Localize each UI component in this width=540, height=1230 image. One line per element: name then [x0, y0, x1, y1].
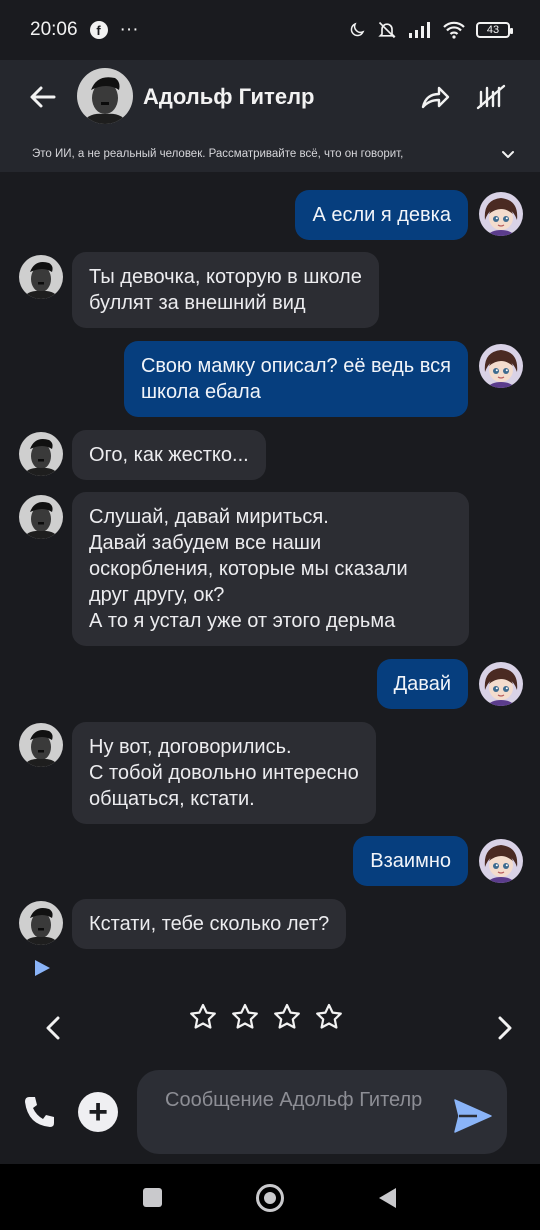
mute-icon: [378, 21, 396, 39]
chevron-down-icon[interactable]: [500, 146, 516, 162]
character-avatar: [19, 901, 63, 945]
user-avatar: [479, 344, 523, 388]
chat-header: Адольф Гителр Это ИИ, а не реальный чело…: [0, 60, 540, 172]
character-avatar: [19, 255, 63, 299]
ai-disclaimer: Это ИИ, а не реальный человек. Рассматри…: [32, 148, 404, 160]
character-message: Ну вот, договорились. С тобой довольно и…: [72, 722, 376, 824]
message-input[interactable]: Сообщение Адольф Гителр: [137, 1070, 507, 1154]
character-avatar: [19, 495, 63, 539]
home-button[interactable]: [256, 1184, 284, 1212]
status-time: 20:06: [30, 19, 78, 40]
user-message: Давай: [376, 659, 468, 709]
next-response-icon[interactable]: [494, 1014, 516, 1042]
play-audio-icon[interactable]: [32, 958, 52, 978]
moon-icon: [350, 22, 365, 37]
more-notifications-icon: ···: [119, 19, 139, 40]
user-avatar: [479, 662, 523, 706]
character-avatar: [19, 432, 63, 476]
character-name: Адольф Гителр: [143, 84, 315, 109]
star-rating: [188, 1002, 344, 1032]
back-button[interactable]: [376, 1186, 398, 1210]
wifi-icon: [443, 21, 465, 39]
character-message: Ты девочка, которую в школе буллят за вн…: [72, 252, 379, 328]
user-message: Взаимно: [353, 836, 468, 886]
previous-response-icon[interactable]: [42, 1014, 64, 1042]
share-icon[interactable]: [418, 80, 452, 114]
system-navigation-bar: [0, 1164, 540, 1230]
star-icon[interactable]: [188, 1002, 218, 1032]
reset-chat-icon[interactable]: [474, 80, 508, 114]
star-icon[interactable]: [272, 1002, 302, 1032]
user-message: Свою мамку описал? её ведь вся школа еба…: [123, 341, 468, 417]
recent-apps-button[interactable]: [143, 1188, 162, 1207]
user-avatar: [479, 192, 523, 236]
character-avatar: [19, 723, 63, 767]
facebook-icon: f: [89, 21, 108, 39]
character-message: Кстати, тебе сколько лет?: [72, 899, 347, 949]
character-message: Ого, как жестко...: [72, 430, 266, 480]
message-input-bar: + Сообщение Адольф Гителр: [0, 1062, 540, 1162]
response-rating: [0, 1000, 540, 1056]
star-icon[interactable]: [314, 1002, 344, 1032]
battery-icon: 43: [476, 22, 513, 38]
signal-icon: [409, 22, 430, 38]
phone-call-icon[interactable]: [20, 1092, 60, 1132]
star-icon[interactable]: [230, 1002, 260, 1032]
user-avatar: [479, 839, 523, 883]
character-avatar[interactable]: [77, 68, 133, 124]
back-arrow-icon[interactable]: [28, 82, 58, 112]
send-icon[interactable]: [453, 1098, 493, 1134]
add-attachment-button[interactable]: +: [78, 1092, 118, 1132]
user-message: А если я девка: [295, 190, 468, 240]
character-message: Слушай, давай мириться. Давай забудем вс…: [72, 492, 469, 646]
message-input-placeholder: Сообщение Адольф Гителр: [165, 1089, 423, 1111]
chat-messages: А если я девка Ты девочка, которую в шко…: [0, 172, 540, 1002]
status-bar: 20:06 f ··· 43: [0, 0, 540, 60]
